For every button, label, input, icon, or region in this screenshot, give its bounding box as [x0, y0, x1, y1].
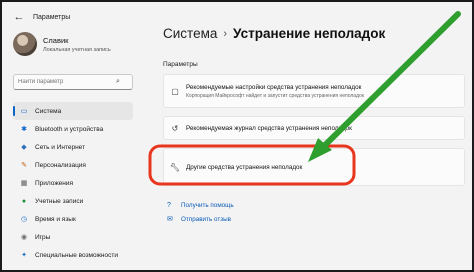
- green-arrow-shaft: [315, 11, 461, 155]
- annotation-overlay: [148, 11, 461, 186]
